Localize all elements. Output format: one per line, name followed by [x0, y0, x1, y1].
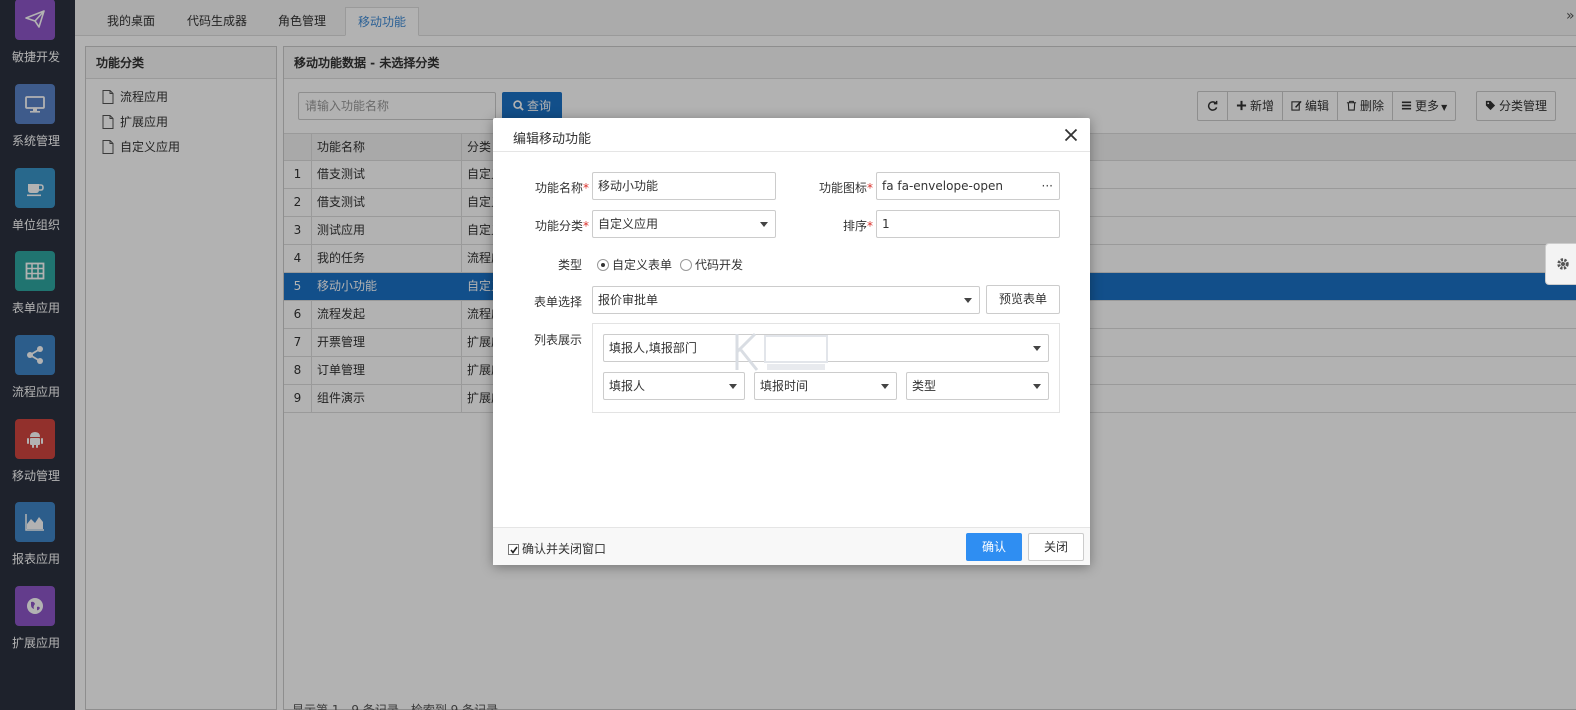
gear-icon: [1557, 258, 1569, 270]
type-label: 类型: [557, 258, 582, 272]
dialog-title: 编辑移动功能: [513, 132, 592, 147]
list-sub-select[interactable]: 类型: [906, 372, 1049, 400]
list-sub-select-value: 填报人: [609, 379, 646, 393]
caret-down-icon: [729, 384, 737, 389]
list-sub-select[interactable]: 填报人: [603, 372, 745, 400]
dialog-footer: 确认并关闭窗口 确认 关闭: [493, 527, 1090, 565]
icon-picker-button[interactable]: ···: [1042, 173, 1053, 199]
dialog-header: 编辑移动功能: [493, 118, 1090, 152]
order-label: 排序*: [842, 219, 873, 233]
form-select-value: 报价审批单: [598, 293, 659, 307]
confirm-close-label: 确认并关闭窗口: [522, 542, 607, 556]
form-select[interactable]: 报价审批单: [592, 286, 980, 314]
close-icon[interactable]: [1064, 128, 1078, 142]
confirm-button[interactable]: 确认: [966, 533, 1022, 561]
list-display-label: 列表展示: [533, 333, 582, 347]
name-label: 功能名称*: [534, 181, 589, 195]
edit-dialog: 编辑移动功能 功能名称* 移动小功能 功能图标* fa fa-envelope-…: [493, 118, 1090, 565]
watermark-logo: [735, 332, 828, 371]
caret-down-icon: [760, 222, 768, 227]
settings-tab[interactable]: [1545, 243, 1576, 285]
radio-unchecked-icon: [680, 259, 692, 271]
radio-checked-icon: [597, 259, 609, 271]
form-select-label: 表单选择: [533, 295, 582, 309]
icon-field-value: fa fa-envelope-open: [882, 179, 1003, 193]
type-radio-code-dev[interactable]: 代码开发: [680, 256, 743, 273]
confirm-close-checkbox[interactable]: 确认并关闭窗口: [508, 540, 606, 557]
list-main-select-value: 填报人,填报部门: [609, 341, 697, 355]
caret-down-icon: [964, 298, 972, 303]
type-radio-label: 自定义表单: [612, 258, 673, 272]
list-sub-select[interactable]: 填报时间: [754, 372, 897, 400]
category-select[interactable]: 自定义应用: [592, 210, 776, 238]
category-label: 功能分类*: [534, 219, 589, 233]
order-field[interactable]: 1: [876, 210, 1060, 238]
name-field[interactable]: 移动小功能: [592, 172, 776, 200]
preview-form-button[interactable]: 预览表单: [986, 285, 1060, 314]
checkbox-checked-icon: [508, 544, 519, 555]
category-select-value: 自定义应用: [598, 217, 659, 231]
icon-label: 功能图标*: [818, 181, 873, 195]
close-button[interactable]: 关闭: [1028, 533, 1084, 561]
caret-down-icon: [881, 384, 889, 389]
list-sub-select-value: 填报时间: [760, 379, 809, 393]
type-radio-label: 代码开发: [695, 258, 744, 272]
list-sub-select-value: 类型: [912, 379, 937, 393]
caret-down-icon: [1033, 346, 1041, 351]
caret-down-icon: [1033, 384, 1041, 389]
type-radio-custom-form[interactable]: 自定义表单: [597, 256, 672, 273]
icon-field[interactable]: fa fa-envelope-open ···: [876, 172, 1060, 200]
